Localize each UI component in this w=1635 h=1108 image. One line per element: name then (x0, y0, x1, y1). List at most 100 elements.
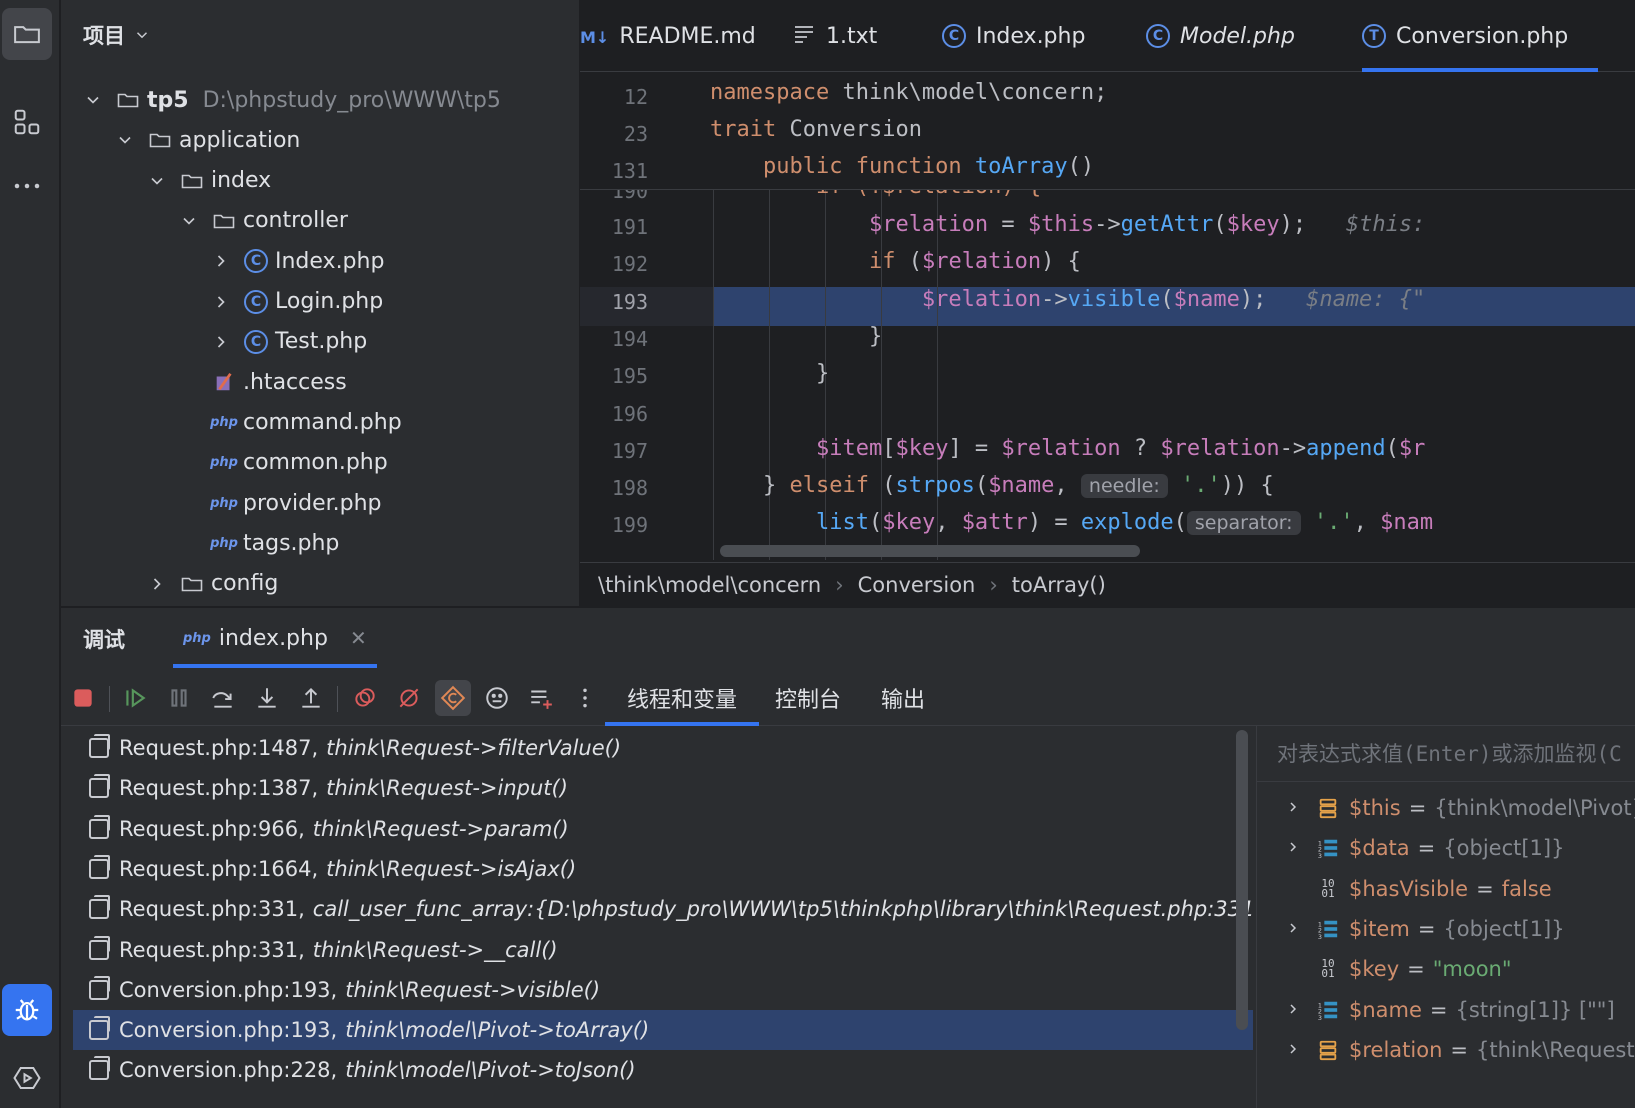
tree-item[interactable]: C Login.php (211, 282, 383, 322)
chevron-right-icon[interactable] (1285, 998, 1301, 1022)
code-line[interactable]: $relation->visible($name); $name: {" (710, 281, 1425, 319)
chevron-down-icon[interactable] (179, 211, 199, 231)
breadcrumb-item[interactable]: Conversion (858, 573, 976, 597)
editor-tab[interactable]: T Conversion.php (1362, 0, 1599, 72)
stack-frame[interactable]: Request.php:1387, think\Request->input() (73, 768, 1253, 808)
variable-row[interactable]: $this = {think\model\Pivot} (1257, 788, 1635, 828)
tree-item[interactable]: controller (179, 201, 348, 241)
break-at-first-line-button[interactable] (435, 680, 471, 716)
sticky-code-line[interactable]: namespace think\model\concern; (710, 74, 1107, 112)
debug-view-tab[interactable]: 控制台 (753, 670, 863, 726)
evaluate-expression-input[interactable]: 对表达式求值(Enter)或添加监视(C (1257, 726, 1635, 782)
frame-function: think\model\Pivot->toJson() (345, 1058, 636, 1083)
debug-session-tab[interactable]: php index.php ✕ (173, 608, 377, 668)
editor-horizontal-scrollbar[interactable] (720, 545, 1140, 557)
editor-tab[interactable]: 1.txt (792, 0, 877, 72)
code-line[interactable]: } elseif (strpos($name, needle: '.')) { (710, 467, 1274, 505)
frames-scrollbar[interactable] (1236, 730, 1248, 1030)
chevron-right-icon[interactable] (1285, 1038, 1301, 1062)
variable-row[interactable]: $relation = {think\Request} (1257, 1030, 1635, 1070)
tree-item[interactable]: index (147, 161, 271, 201)
stack-frame[interactable]: Request.php:966, think\Request->param() (73, 809, 1253, 849)
editor-tab[interactable]: C Model.php (1146, 0, 1295, 72)
chevron-down-icon[interactable] (147, 171, 167, 191)
run-tool-button[interactable] (2, 1052, 52, 1104)
chevron-right-icon[interactable] (1285, 796, 1301, 820)
stack-frame[interactable]: Conversion.php:228, think\model\Pivot->to… (73, 1050, 1253, 1090)
stack-frame[interactable]: Request.php:331, call_user_func_array:{D:… (73, 889, 1254, 929)
debug-view-tab[interactable]: 线程和变量 (605, 670, 760, 726)
tree-item-label: Index.php (275, 248, 385, 274)
frame-icon (89, 854, 110, 879)
debug-view-tab[interactable]: 输出 (859, 670, 947, 726)
tree-item[interactable]: C Test.php (211, 322, 367, 362)
step-into-icon (258, 688, 276, 708)
chevron-right-icon[interactable] (211, 251, 231, 271)
tree-item[interactable]: php provider.php (179, 483, 381, 523)
code-line[interactable]: } (710, 355, 829, 393)
chevron-right-icon[interactable] (1285, 917, 1301, 941)
project-tool-button[interactable] (2, 8, 52, 60)
variable-value: {think\model\Pivot} (1434, 796, 1635, 820)
variable-row[interactable]: 1 2 3 $data = {object[1]} (1257, 828, 1635, 868)
code-line[interactable]: $relation = $this->getAttr($key); $this: (710, 206, 1439, 244)
code-line[interactable]: } (710, 318, 882, 356)
code-line[interactable]: if ($relation) { (710, 243, 1081, 281)
project-header[interactable]: 项目 (83, 20, 151, 50)
chevron-down-icon[interactable] (83, 90, 103, 110)
chevron-right-icon[interactable] (147, 574, 167, 594)
stack-frame[interactable]: Request.php:1487, think\Request->filterVa… (73, 728, 1253, 768)
stack-frame[interactable]: Request.php:331, think\Request->__call() (73, 930, 1253, 970)
step-over-button[interactable] (205, 680, 241, 716)
tree-item[interactable]: application (115, 120, 300, 160)
tree-item[interactable]: .htaccess (179, 362, 347, 402)
sticky-code-line[interactable]: public function toArray() (710, 148, 1094, 186)
debug-tool-button[interactable] (2, 984, 52, 1036)
sticky-code-line[interactable]: trait Conversion (710, 111, 922, 149)
stack-frame[interactable]: Request.php:1664, think\Request->isAjax() (73, 849, 1253, 889)
code-token: ? (1120, 435, 1161, 461)
editor-tab[interactable]: C Index.php (942, 0, 1085, 72)
tree-item[interactable]: tp5 D:\phpstudy_pro\WWW\tp5 (83, 80, 501, 120)
line-number: 131 (611, 159, 648, 183)
mute-breakpoints-button[interactable] (391, 680, 427, 716)
tree-item[interactable]: php tags.php (179, 523, 339, 563)
breadcrumb-item[interactable]: toArray() (1012, 573, 1106, 597)
variable-row[interactable]: 1 2 3 $name = {string[1]} [""] (1257, 990, 1635, 1030)
evaluate-list-button[interactable] (523, 680, 559, 716)
step-into-button[interactable] (249, 680, 285, 716)
more-options-button[interactable] (567, 680, 603, 716)
variable-name: $relation (1349, 1037, 1443, 1062)
variable-row[interactable]: 1 2 3 $item = {object[1]} (1257, 909, 1635, 949)
stack-frame[interactable]: Conversion.php:193, think\model\Pivot->to… (73, 1010, 1253, 1051)
view-breakpoints-button[interactable] (347, 680, 383, 716)
chevron-down-icon[interactable] (115, 130, 135, 150)
tree-item[interactable]: config (147, 564, 278, 604)
code-line[interactable]: $item[$key] = $relation ? $relation->app… (710, 430, 1425, 468)
variable-row[interactable]: 10 01 $key = "moon" (1257, 949, 1635, 989)
chevron-right-icon[interactable] (211, 332, 231, 352)
stop-button[interactable] (65, 680, 101, 716)
structure-tool-button[interactable] (2, 96, 52, 148)
close-icon[interactable]: ✕ (350, 626, 367, 650)
chevron-right-icon[interactable] (1285, 836, 1301, 860)
code-line[interactable]: list($key, $attr) = explode(separator: '… (710, 504, 1433, 542)
breadcrumb-item[interactable]: \think\model\concern (598, 573, 821, 597)
more-tools-button[interactable] (2, 160, 52, 212)
step-out-button[interactable] (293, 680, 329, 716)
debug-panel: 调试 php index.php ✕ 线程和变量 控制台 输出 Request.ph… (61, 607, 1635, 1108)
resume-button[interactable] (117, 680, 153, 716)
code-token: Conversion (789, 117, 922, 142)
tree-item[interactable]: php command.php (179, 402, 402, 442)
sticky-scroll-header[interactable]: 12 namespace think\model\concern; 23 trait … (580, 72, 1635, 190)
chevron-right-icon[interactable] (211, 292, 231, 312)
listen-debug-button[interactable] (479, 680, 515, 716)
editor-tab[interactable]: M↓ README.md (580, 0, 756, 72)
variable-row[interactable]: 10 01 $hasVisible = false (1257, 869, 1635, 909)
tree-item[interactable]: C Index.php (211, 241, 384, 281)
stack-frame[interactable]: Conversion.php:193, think\Request->visibl… (73, 970, 1253, 1010)
tree-item[interactable]: php common.php (179, 443, 388, 483)
editor-tab-label: 1.txt (826, 23, 878, 49)
pause-button[interactable] (161, 680, 197, 716)
